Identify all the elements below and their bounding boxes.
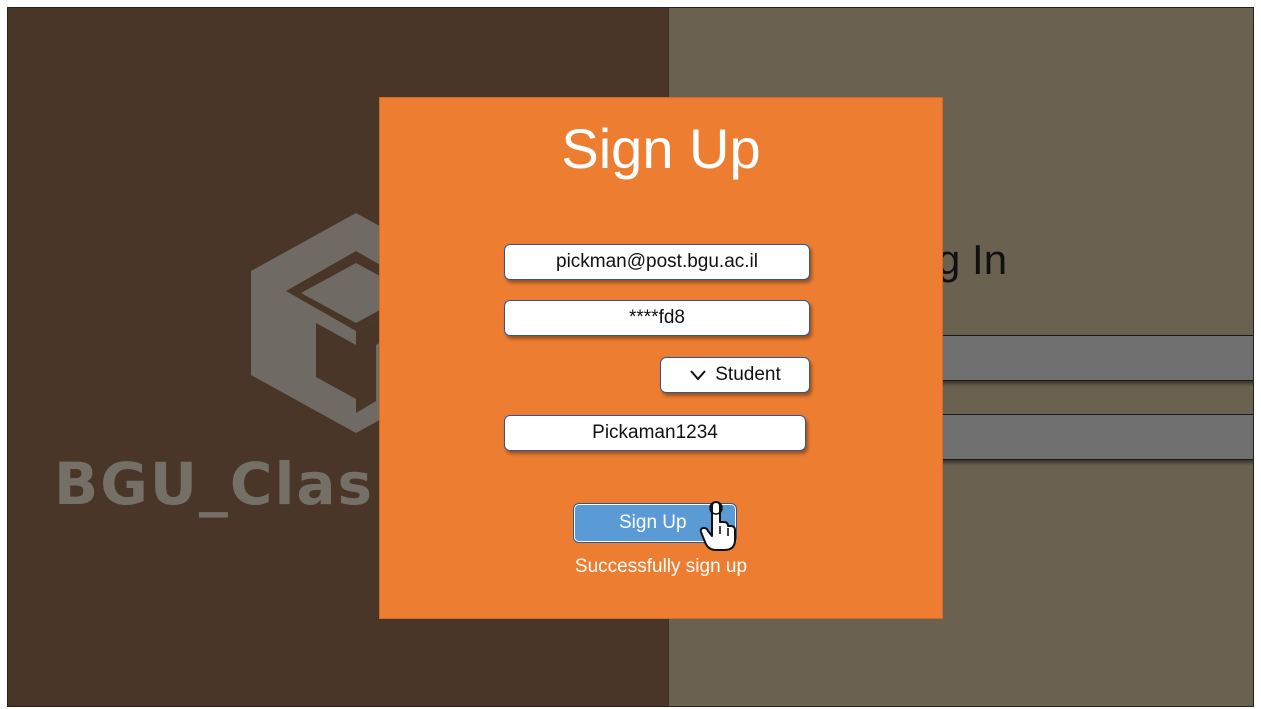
brand-logo-text: BGU_Clas <box>54 450 375 518</box>
signup-title: Sign Up <box>561 117 761 180</box>
app-stage: BGU_Clas g In Sign Up pickman@post.bgu.a… <box>7 7 1254 707</box>
signup-button-label: Sign Up <box>619 512 687 533</box>
role-dropdown[interactable]: Student <box>660 357 810 393</box>
password-field[interactable]: ****fd8 <box>504 300 810 336</box>
chevron-down-icon <box>690 370 707 381</box>
login-title: g In <box>937 236 1008 283</box>
email-field[interactable]: pickman@post.bgu.ac.il <box>504 244 810 280</box>
signup-status-message: Successfully sign up <box>574 556 748 577</box>
username-field[interactable]: Pickaman1234 <box>504 415 806 451</box>
signup-modal: Sign Up pickman@post.bgu.ac.il ****fd8 S… <box>379 97 943 619</box>
role-dropdown-label: Student <box>715 364 781 385</box>
hand-pointer-icon <box>699 501 736 551</box>
